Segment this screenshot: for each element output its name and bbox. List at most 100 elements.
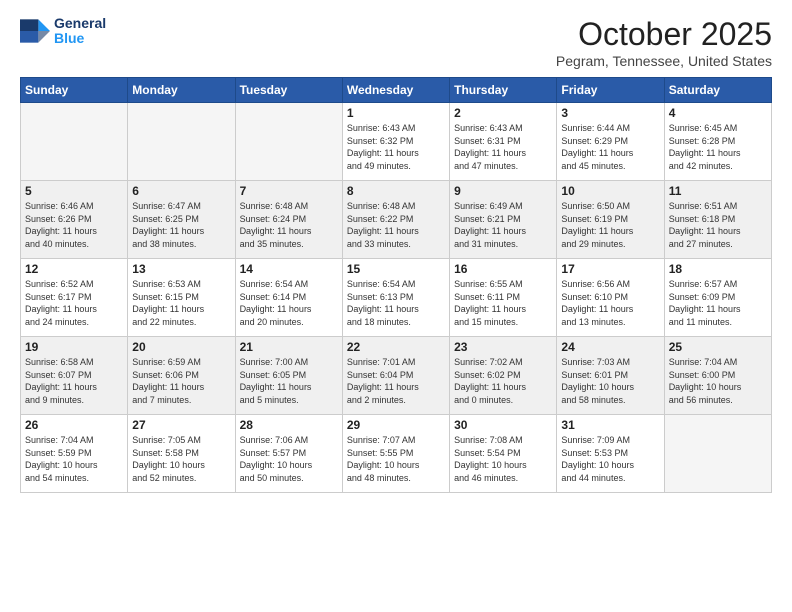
day-number: 14 xyxy=(240,262,338,276)
day-info: Sunrise: 7:09 AMSunset: 5:53 PMDaylight:… xyxy=(561,434,659,484)
page: General Blue October 2025 Pegram, Tennes… xyxy=(0,0,792,612)
day-info: Sunrise: 6:57 AMSunset: 6:09 PMDaylight:… xyxy=(669,278,767,328)
day-info: Sunrise: 6:56 AMSunset: 6:10 PMDaylight:… xyxy=(561,278,659,328)
day-info: Sunrise: 6:48 AMSunset: 6:24 PMDaylight:… xyxy=(240,200,338,250)
day-cell: 16 Sunrise: 6:55 AMSunset: 6:11 PMDayligh… xyxy=(450,259,557,337)
day-info: Sunrise: 7:00 AMSunset: 6:05 PMDaylight:… xyxy=(240,356,338,406)
day-info: Sunrise: 6:49 AMSunset: 6:21 PMDaylight:… xyxy=(454,200,552,250)
month-title: October 2025 xyxy=(556,16,772,53)
day-number: 19 xyxy=(25,340,123,354)
weekday-header-friday: Friday xyxy=(557,78,664,103)
day-info: Sunrise: 6:54 AMSunset: 6:14 PMDaylight:… xyxy=(240,278,338,328)
day-info: Sunrise: 6:58 AMSunset: 6:07 PMDaylight:… xyxy=(25,356,123,406)
day-number: 2 xyxy=(454,106,552,120)
day-number: 5 xyxy=(25,184,123,198)
day-number: 18 xyxy=(669,262,767,276)
day-info: Sunrise: 6:51 AMSunset: 6:18 PMDaylight:… xyxy=(669,200,767,250)
day-info: Sunrise: 6:47 AMSunset: 6:25 PMDaylight:… xyxy=(132,200,230,250)
weekday-header-sunday: Sunday xyxy=(21,78,128,103)
day-info: Sunrise: 7:05 AMSunset: 5:58 PMDaylight:… xyxy=(132,434,230,484)
day-info: Sunrise: 6:43 AMSunset: 6:31 PMDaylight:… xyxy=(454,122,552,172)
day-info: Sunrise: 7:03 AMSunset: 6:01 PMDaylight:… xyxy=(561,356,659,406)
day-cell: 29 Sunrise: 7:07 AMSunset: 5:55 PMDayligh… xyxy=(342,415,449,493)
day-number: 17 xyxy=(561,262,659,276)
day-cell: 8 Sunrise: 6:48 AMSunset: 6:22 PMDaylight… xyxy=(342,181,449,259)
day-info: Sunrise: 6:54 AMSunset: 6:13 PMDaylight:… xyxy=(347,278,445,328)
day-cell: 27 Sunrise: 7:05 AMSunset: 5:58 PMDayligh… xyxy=(128,415,235,493)
week-row-2: 12Sunrise: 6:52 AMSunset: 6:17 PMDayligh… xyxy=(21,259,772,337)
day-number: 28 xyxy=(240,418,338,432)
day-cell: 23 Sunrise: 7:02 AMSunset: 6:02 PMDayligh… xyxy=(450,337,557,415)
day-cell: 17 Sunrise: 6:56 AMSunset: 6:10 PMDayligh… xyxy=(557,259,664,337)
day-info: Sunrise: 7:04 AMSunset: 6:00 PMDaylight:… xyxy=(669,356,767,406)
day-info: Sunrise: 6:48 AMSunset: 6:22 PMDaylight:… xyxy=(347,200,445,250)
day-cell: 3 Sunrise: 6:44 AMSunset: 6:29 PMDaylight… xyxy=(557,103,664,181)
day-cell: 1Sunrise: 6:43 AMSunset: 6:32 PMDaylight… xyxy=(342,103,449,181)
logo-icon xyxy=(20,16,50,46)
day-number: 15 xyxy=(347,262,445,276)
day-number: 27 xyxy=(132,418,230,432)
day-number: 24 xyxy=(561,340,659,354)
day-info: Sunrise: 6:55 AMSunset: 6:11 PMDaylight:… xyxy=(454,278,552,328)
day-number: 9 xyxy=(454,184,552,198)
logo-text: General Blue xyxy=(54,16,106,47)
weekday-header-tuesday: Tuesday xyxy=(235,78,342,103)
day-cell: 21 Sunrise: 7:00 AMSunset: 6:05 PMDayligh… xyxy=(235,337,342,415)
day-cell: 12Sunrise: 6:52 AMSunset: 6:17 PMDayligh… xyxy=(21,259,128,337)
day-cell: 13Sunrise: 6:53 AMSunset: 6:15 PMDayligh… xyxy=(128,259,235,337)
day-number: 30 xyxy=(454,418,552,432)
logo-line1: General xyxy=(54,16,106,31)
day-cell: 28Sunrise: 7:06 AMSunset: 5:57 PMDayligh… xyxy=(235,415,342,493)
day-number: 26 xyxy=(25,418,123,432)
day-number: 7 xyxy=(240,184,338,198)
title-block: October 2025 Pegram, Tennessee, United S… xyxy=(556,16,772,69)
day-cell: 26 Sunrise: 7:04 AMSunset: 5:59 PMDayligh… xyxy=(21,415,128,493)
day-number: 23 xyxy=(454,340,552,354)
weekday-header-wednesday: Wednesday xyxy=(342,78,449,103)
day-number: 11 xyxy=(669,184,767,198)
day-info: Sunrise: 6:46 AMSunset: 6:26 PMDaylight:… xyxy=(25,200,123,250)
day-info: Sunrise: 7:02 AMSunset: 6:02 PMDaylight:… xyxy=(454,356,552,406)
logo-line2: Blue xyxy=(54,31,106,46)
day-cell xyxy=(235,103,342,181)
day-cell: 19 Sunrise: 6:58 AMSunset: 6:07 PMDayligh… xyxy=(21,337,128,415)
day-cell: 2 Sunrise: 6:43 AMSunset: 6:31 PMDaylight… xyxy=(450,103,557,181)
day-info: Sunrise: 7:01 AMSunset: 6:04 PMDaylight:… xyxy=(347,356,445,406)
day-cell: 20Sunrise: 6:59 AMSunset: 6:06 PMDayligh… xyxy=(128,337,235,415)
logo: General Blue xyxy=(20,16,106,47)
day-cell: 5 Sunrise: 6:46 AMSunset: 6:26 PMDaylight… xyxy=(21,181,128,259)
day-number: 1 xyxy=(347,106,445,120)
day-cell: 15 Sunrise: 6:54 AMSunset: 6:13 PMDayligh… xyxy=(342,259,449,337)
day-info: Sunrise: 6:44 AMSunset: 6:29 PMDaylight:… xyxy=(561,122,659,172)
weekday-header-saturday: Saturday xyxy=(664,78,771,103)
day-cell: 30 Sunrise: 7:08 AMSunset: 5:54 PMDayligh… xyxy=(450,415,557,493)
day-number: 22 xyxy=(347,340,445,354)
day-number: 21 xyxy=(240,340,338,354)
weekday-header-thursday: Thursday xyxy=(450,78,557,103)
day-info: Sunrise: 7:07 AMSunset: 5:55 PMDaylight:… xyxy=(347,434,445,484)
day-cell: 7 Sunrise: 6:48 AMSunset: 6:24 PMDaylight… xyxy=(235,181,342,259)
day-info: Sunrise: 6:50 AMSunset: 6:19 PMDaylight:… xyxy=(561,200,659,250)
day-info: Sunrise: 7:04 AMSunset: 5:59 PMDaylight:… xyxy=(25,434,123,484)
day-number: 29 xyxy=(347,418,445,432)
day-number: 3 xyxy=(561,106,659,120)
day-cell: 6 Sunrise: 6:47 AMSunset: 6:25 PMDaylight… xyxy=(128,181,235,259)
day-cell: 10Sunrise: 6:50 AMSunset: 6:19 PMDayligh… xyxy=(557,181,664,259)
day-info: Sunrise: 6:53 AMSunset: 6:15 PMDaylight:… xyxy=(132,278,230,328)
day-number: 6 xyxy=(132,184,230,198)
day-cell: 18 Sunrise: 6:57 AMSunset: 6:09 PMDayligh… xyxy=(664,259,771,337)
weekday-header-monday: Monday xyxy=(128,78,235,103)
week-row-3: 19 Sunrise: 6:58 AMSunset: 6:07 PMDayligh… xyxy=(21,337,772,415)
day-cell: 25 Sunrise: 7:04 AMSunset: 6:00 PMDayligh… xyxy=(664,337,771,415)
day-number: 8 xyxy=(347,184,445,198)
week-row-4: 26 Sunrise: 7:04 AMSunset: 5:59 PMDayligh… xyxy=(21,415,772,493)
day-cell: 11 Sunrise: 6:51 AMSunset: 6:18 PMDayligh… xyxy=(664,181,771,259)
day-number: 16 xyxy=(454,262,552,276)
day-info: Sunrise: 7:08 AMSunset: 5:54 PMDaylight:… xyxy=(454,434,552,484)
location: Pegram, Tennessee, United States xyxy=(556,53,772,69)
day-info: Sunrise: 6:45 AMSunset: 6:28 PMDaylight:… xyxy=(669,122,767,172)
day-cell: 9 Sunrise: 6:49 AMSunset: 6:21 PMDaylight… xyxy=(450,181,557,259)
day-cell xyxy=(21,103,128,181)
day-cell xyxy=(128,103,235,181)
day-number: 25 xyxy=(669,340,767,354)
